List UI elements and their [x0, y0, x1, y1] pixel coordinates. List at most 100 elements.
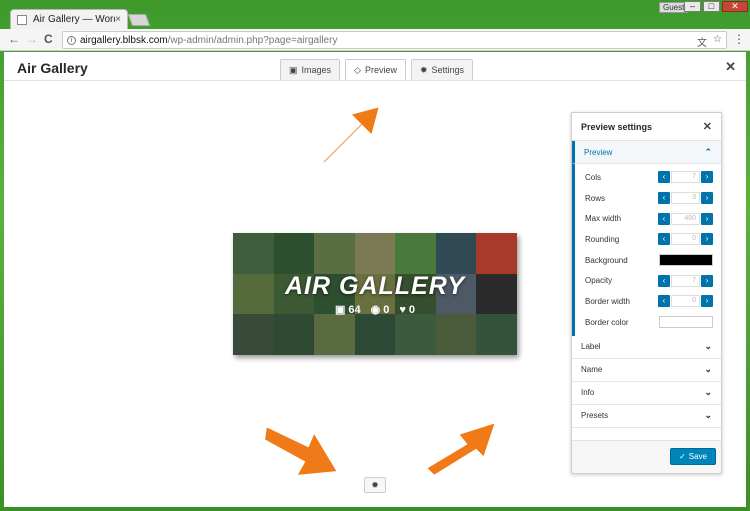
chevron-down-icon: ⌄ [704, 410, 712, 420]
heart-icon: ♥ [399, 303, 406, 316]
app-tabs: ▣ Images ◇ Preview ✹ Settings [280, 59, 474, 81]
gallery-settings-button[interactable]: ✹ [364, 477, 386, 493]
browser-window: Air Gallery — WordPress × Guest – □ ✕ ← … [0, 0, 750, 511]
url-host: airgallery.blbsk.com [80, 34, 168, 46]
app-page: Air Gallery ✕ ▣ Images ◇ Preview ✹ Setti… [4, 52, 746, 507]
page-favicon-icon [17, 14, 27, 25]
section-label[interactable]: Label ⌄ [572, 336, 721, 359]
panel-footer: ✓ Save [572, 440, 721, 473]
rounding-value[interactable]: 0 [671, 233, 700, 246]
increment-button[interactable]: › [701, 171, 713, 184]
views-count: 0 [383, 304, 390, 316]
gallery-stats: ▣ 64 ◉ 0 ♥ 0 [335, 303, 415, 317]
new-tab-button[interactable] [127, 14, 151, 26]
cols-stepper: ‹ 7 › [658, 171, 713, 184]
decrement-button[interactable]: ‹ [658, 274, 670, 287]
tab-images[interactable]: ▣ Images [280, 59, 341, 81]
reload-icon[interactable]: C [44, 32, 53, 46]
increment-button[interactable]: › [701, 274, 713, 287]
window-close-button[interactable]: ✕ [722, 1, 748, 12]
section-presets[interactable]: Presets ⌄ [572, 405, 721, 428]
prop-label: Max width [585, 214, 622, 224]
increment-button[interactable]: › [701, 233, 713, 246]
forward-arrow-icon[interactable]: → [26, 32, 38, 46]
tab-preview-label: Preview [364, 65, 397, 75]
increment-button[interactable]: › [701, 295, 713, 308]
prop-border-color: Border color [575, 312, 721, 333]
tab-title: Air Gallery — WordPress [33, 14, 115, 25]
back-arrow-icon[interactable]: ← [8, 32, 20, 46]
address-bar[interactable]: i airgallery.blbsk.com /wp-admin/admin.p… [62, 31, 727, 49]
prop-rounding: Rounding ‹ 0 › [575, 229, 721, 250]
decrement-button[interactable]: ‹ [658, 171, 670, 184]
url-path: /wp-admin/admin.php?page=airgallery [167, 34, 338, 46]
section-name[interactable]: Name ⌄ [572, 359, 721, 382]
section-name-label: Name [581, 365, 603, 374]
prop-max-width: Max width ‹ 480 › [575, 208, 721, 229]
chevron-up-icon: ⌃ [704, 146, 712, 157]
panel-header: Preview settings ✕ [572, 113, 721, 141]
increment-button[interactable]: › [701, 192, 713, 205]
decrement-button[interactable]: ‹ [658, 233, 670, 246]
arrow-annotation-icon [320, 104, 382, 166]
app-title: Air Gallery [17, 60, 88, 76]
rows-value[interactable]: 3 [671, 192, 700, 205]
border-width-stepper: ‹ 0 › [658, 295, 713, 308]
maximize-button[interactable]: □ [703, 1, 720, 12]
diamond-icon: ◇ [354, 64, 361, 75]
translate-icon[interactable]: 文 [697, 34, 707, 49]
opacity-stepper: ‹ 7 › [658, 274, 713, 287]
arrow-annotation-icon [424, 420, 498, 476]
header-divider [4, 80, 746, 81]
prop-label: Rounding [585, 234, 620, 244]
tab-close-icon[interactable]: × [115, 14, 121, 25]
prop-label: Rows [585, 193, 606, 203]
tab-settings-label: Settings [431, 65, 465, 75]
section-info-label: Info [581, 388, 595, 397]
image-icon: ▣ [289, 64, 298, 75]
gallery-title: AIR GALLERY [285, 272, 465, 300]
gallery-overlay: AIR GALLERY ▣ 64 ◉ 0 ♥ 0 [233, 233, 517, 355]
tab-preview[interactable]: ◇ Preview [345, 59, 406, 81]
prop-label: Border color [585, 317, 629, 327]
max-width-value[interactable]: 480 [671, 212, 700, 225]
rows-stepper: ‹ 3 › [658, 192, 713, 205]
prop-background: Background [575, 250, 721, 271]
tab-images-label: Images [301, 65, 332, 75]
section-presets-label: Presets [581, 411, 609, 420]
preview-properties: Cols ‹ 7 › Rows ‹ 3 › Max width ‹ 480 › … [572, 164, 721, 336]
minimize-button[interactable]: – [684, 1, 701, 12]
panel-close-icon[interactable]: ✕ [703, 120, 712, 133]
section-preview[interactable]: Preview ⌃ [572, 141, 721, 164]
background-color-swatch[interactable] [659, 254, 713, 267]
images-count: 64 [348, 304, 361, 316]
decrement-button[interactable]: ‹ [658, 295, 670, 308]
section-info[interactable]: Info ⌄ [572, 382, 721, 405]
decrement-button[interactable]: ‹ [658, 192, 670, 205]
save-button[interactable]: ✓ Save [670, 448, 716, 465]
prop-label: Opacity [585, 276, 613, 286]
browser-tab[interactable]: Air Gallery — WordPress × [10, 9, 128, 29]
opacity-value[interactable]: 7 [671, 274, 700, 287]
prop-label: Cols [585, 172, 602, 182]
browser-menu-icon[interactable]: ⋮ [733, 32, 745, 46]
arrow-annotation-icon [262, 424, 340, 478]
increment-button[interactable]: › [701, 212, 713, 225]
section-preview-label: Preview [584, 147, 613, 157]
bookmark-star-icon[interactable]: ☆ [713, 34, 722, 49]
check-icon: ✓ [679, 452, 686, 461]
prop-label: Border width [585, 296, 630, 306]
save-label: Save [688, 452, 707, 461]
prop-border-width: Border width ‹ 0 › [575, 291, 721, 312]
border-width-value[interactable]: 0 [671, 295, 700, 308]
prop-opacity: Opacity ‹ 7 › [575, 270, 721, 291]
gear-icon: ✹ [419, 64, 428, 75]
info-icon[interactable]: i [67, 35, 76, 45]
tab-settings[interactable]: ✹ Settings [410, 59, 474, 81]
app-close-icon[interactable]: ✕ [725, 59, 736, 75]
border-color-swatch[interactable] [659, 316, 713, 329]
chevron-down-icon: ⌄ [704, 387, 712, 397]
decrement-button[interactable]: ‹ [658, 212, 670, 225]
prop-rows: Rows ‹ 3 › [575, 188, 721, 209]
cols-value[interactable]: 7 [671, 171, 700, 184]
